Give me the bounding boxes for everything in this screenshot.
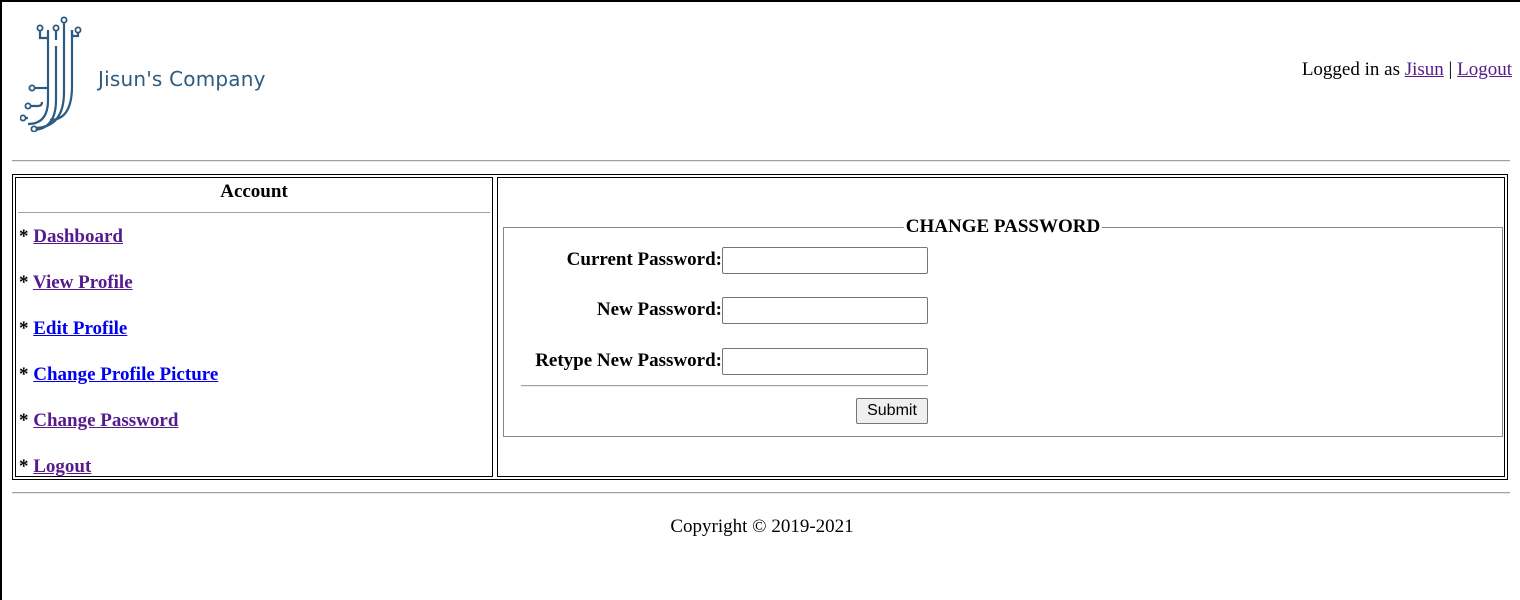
change-profile-picture-link[interactable]: Change Profile Picture [33, 364, 218, 385]
form-divider [521, 385, 928, 387]
logged-in-prefix: Logged in as [1301, 59, 1400, 80]
change-password-fieldset: CHANGE PASSWORD Current Password: New Pa… [503, 216, 1503, 437]
page-header: Jisun's Company Logged in as Jisun | Log… [12, 2, 1512, 160]
sidebar-logout-link[interactable]: Logout [33, 456, 91, 477]
retype-password-input[interactable] [722, 348, 928, 375]
submit-button[interactable]: Submit [856, 398, 928, 424]
sidebar-item-change-password: * Change Password [19, 410, 178, 432]
company-logo[interactable]: Jisun's Company [20, 16, 280, 132]
retype-password-label: Retype New Password: [535, 350, 722, 371]
new-password-input[interactable] [722, 297, 928, 324]
current-password-label: Current Password: [566, 249, 722, 270]
sidebar-item-change-profile-picture: * Change Profile Picture [19, 364, 218, 386]
footer-divider [12, 492, 1510, 494]
main-table: Account * Dashboard * View Profile * Edi… [12, 174, 1508, 480]
logo-icon [20, 16, 82, 132]
header-logout-link[interactable]: Logout [1457, 59, 1512, 80]
bullet: * [19, 456, 29, 477]
bullet: * [19, 318, 29, 339]
bullet: * [19, 226, 29, 247]
account-sidebar: Account * Dashboard * View Profile * Edi… [15, 177, 493, 477]
dashboard-link[interactable]: Dashboard [33, 226, 123, 247]
sidebar-item-dashboard: * Dashboard [19, 226, 123, 248]
edit-profile-link[interactable]: Edit Profile [33, 318, 127, 339]
bullet: * [19, 410, 29, 431]
sidebar-divider [18, 212, 490, 213]
header-divider [12, 160, 1510, 162]
new-password-label: New Password: [596, 299, 722, 320]
copyright-text: Copyright © 2019-2021 [670, 516, 854, 537]
separator: | [1448, 59, 1453, 80]
bullet: * [19, 364, 29, 385]
fieldset-legend: CHANGE PASSWORD [903, 216, 1103, 238]
current-password-input[interactable] [722, 247, 928, 274]
login-info: Logged in as Jisun | Logout [1302, 59, 1512, 81]
content-area: CHANGE PASSWORD Current Password: New Pa… [497, 177, 1505, 477]
new-password-row: New Password: [504, 297, 934, 325]
bullet: * [19, 272, 29, 293]
view-profile-link[interactable]: View Profile [33, 272, 133, 293]
change-password-link[interactable]: Change Password [33, 410, 178, 431]
sidebar-item-view-profile: * View Profile [19, 272, 133, 294]
username-link[interactable]: Jisun [1405, 59, 1444, 80]
sidebar-title: Account [220, 181, 288, 202]
sidebar-item-edit-profile: * Edit Profile [19, 318, 127, 340]
sidebar-item-logout: * Logout [19, 456, 91, 478]
current-password-row: Current Password: [504, 247, 934, 275]
company-name: Jisun's Company [98, 67, 266, 91]
retype-password-row: Retype New Password: [504, 348, 934, 376]
